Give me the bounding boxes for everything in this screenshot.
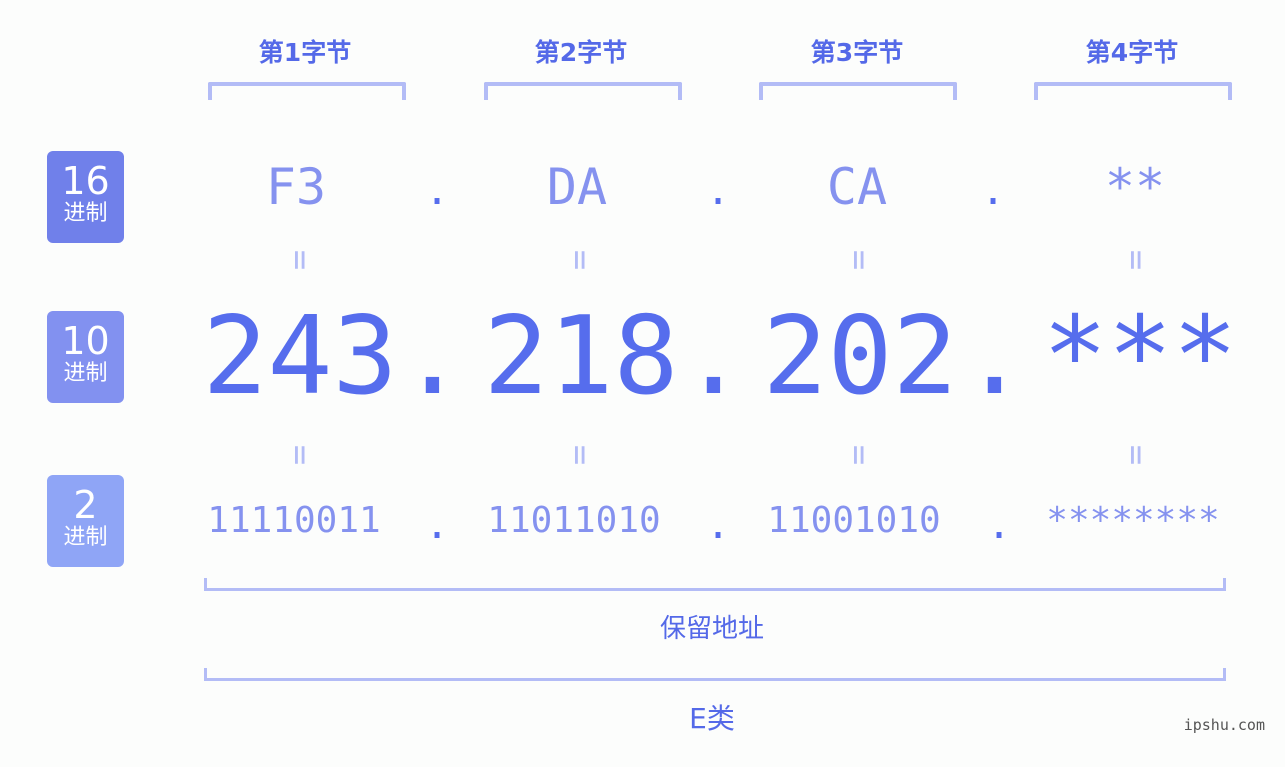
dec-byte-2: 218 bbox=[483, 294, 679, 419]
byte-bracket-3 bbox=[759, 82, 957, 100]
badge-hex: 16 进制 bbox=[47, 151, 124, 243]
dec-separator-1: . bbox=[400, 294, 466, 419]
equals-sign: = bbox=[280, 249, 320, 271]
hex-separator-3: . bbox=[981, 168, 1006, 214]
equals-sign: = bbox=[839, 444, 879, 466]
dec-separator-2: . bbox=[681, 294, 747, 419]
badge-dec-unit: 进制 bbox=[63, 361, 108, 386]
equals-sign: = bbox=[280, 444, 320, 466]
badge-bin: 2 进制 bbox=[47, 475, 124, 567]
bin-separator-1: . bbox=[425, 502, 450, 548]
dec-byte-4: *** bbox=[1042, 294, 1238, 419]
hex-separator-1: . bbox=[425, 168, 450, 214]
byte-bracket-4 bbox=[1034, 82, 1232, 100]
hex-byte-4: ** bbox=[1104, 158, 1166, 216]
byte-header-2: 第2字节 bbox=[534, 38, 628, 67]
watermark: ipshu.com bbox=[1183, 716, 1265, 734]
range-label-reserved: 保留地址 bbox=[659, 614, 764, 644]
byte-header-1: 第1字节 bbox=[258, 38, 352, 67]
range-bracket-class bbox=[204, 668, 1226, 681]
equals-sign: = bbox=[1116, 249, 1156, 271]
badge-bin-unit: 进制 bbox=[63, 525, 108, 550]
byte-bracket-1 bbox=[208, 82, 406, 100]
badge-bin-number: 2 bbox=[73, 483, 98, 527]
bin-separator-3: . bbox=[987, 502, 1012, 548]
bin-separator-2: . bbox=[706, 502, 731, 548]
bin-byte-3: 11001010 bbox=[767, 500, 941, 541]
range-bracket-reserved bbox=[204, 578, 1226, 591]
hex-byte-1: F3 bbox=[265, 158, 327, 216]
badge-hex-number: 16 bbox=[61, 159, 110, 203]
hex-byte-2: DA bbox=[546, 158, 608, 216]
bin-byte-4: ******** bbox=[1046, 500, 1220, 541]
hex-byte-3: CA bbox=[826, 158, 888, 216]
equals-sign: = bbox=[839, 249, 879, 271]
byte-bracket-2 bbox=[484, 82, 682, 100]
bin-byte-2: 11011010 bbox=[487, 500, 661, 541]
badge-dec: 10 进制 bbox=[47, 311, 124, 403]
byte-header-4: 第4字节 bbox=[1085, 38, 1179, 67]
dec-byte-1: 243 bbox=[202, 294, 398, 419]
badge-dec-number: 10 bbox=[61, 319, 110, 363]
byte-header-3: 第3字节 bbox=[810, 38, 904, 67]
dec-byte-3: 202 bbox=[762, 294, 958, 419]
hex-separator-2: . bbox=[706, 168, 731, 214]
bin-byte-1: 11110011 bbox=[207, 500, 381, 541]
equals-sign: = bbox=[1116, 444, 1156, 466]
badge-hex-unit: 进制 bbox=[63, 201, 108, 226]
equals-sign: = bbox=[560, 249, 600, 271]
dec-separator-3: . bbox=[962, 294, 1028, 419]
equals-sign: = bbox=[560, 444, 600, 466]
range-label-class: E类 bbox=[689, 702, 735, 735]
